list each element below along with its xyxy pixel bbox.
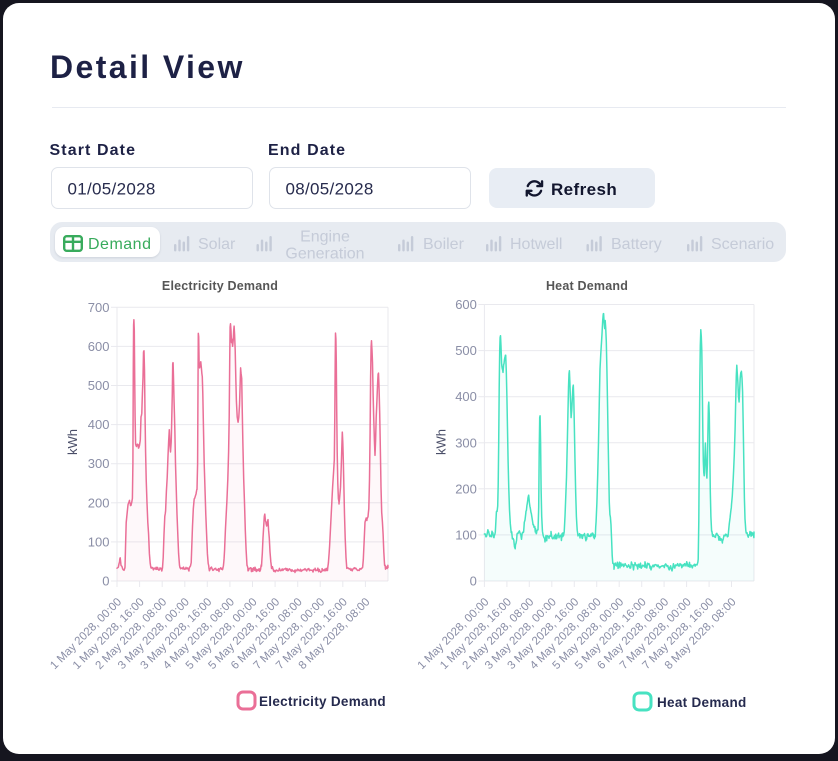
svg-text:400: 400	[455, 389, 477, 404]
svg-text:600: 600	[88, 339, 110, 354]
svg-text:Detail View: Detail View	[50, 49, 245, 85]
svg-text:200: 200	[88, 495, 110, 510]
svg-text:700: 700	[88, 300, 110, 315]
svg-text:kWh: kWh	[434, 429, 449, 455]
svg-text:100: 100	[88, 534, 110, 549]
svg-text:Demand: Demand	[88, 236, 151, 253]
svg-text:Solar: Solar	[198, 236, 236, 253]
svg-text:01/05/2028: 01/05/2028	[68, 180, 156, 199]
svg-text:Electricity Demand: Electricity Demand	[259, 694, 386, 709]
svg-text:100: 100	[455, 527, 477, 542]
svg-text:08/05/2028: 08/05/2028	[286, 180, 374, 199]
svg-text:Boiler: Boiler	[423, 236, 465, 253]
svg-text:Battery: Battery	[611, 236, 662, 253]
svg-text:Heat Demand: Heat Demand	[657, 695, 747, 710]
svg-text:500: 500	[455, 343, 477, 358]
svg-text:kWh: kWh	[65, 429, 80, 455]
svg-text:Scenario: Scenario	[711, 236, 774, 253]
svg-text:0: 0	[102, 574, 109, 589]
svg-text:Heat Demand: Heat Demand	[546, 279, 628, 293]
svg-text:300: 300	[455, 435, 477, 450]
svg-text:400: 400	[88, 417, 110, 432]
svg-text:200: 200	[455, 481, 477, 496]
svg-text:Electricity Demand: Electricity Demand	[162, 279, 278, 293]
svg-text:300: 300	[88, 456, 110, 471]
svg-text:End Date: End Date	[268, 142, 346, 159]
svg-text:Start Date: Start Date	[50, 142, 137, 159]
svg-text:500: 500	[88, 378, 110, 393]
svg-text:600: 600	[455, 297, 477, 312]
svg-text:Refresh: Refresh	[551, 180, 617, 199]
svg-text:Engine: Engine	[300, 229, 350, 246]
svg-text:Generation: Generation	[285, 246, 364, 263]
svg-text:0: 0	[470, 574, 477, 589]
svg-text:Hotwell: Hotwell	[510, 236, 562, 253]
